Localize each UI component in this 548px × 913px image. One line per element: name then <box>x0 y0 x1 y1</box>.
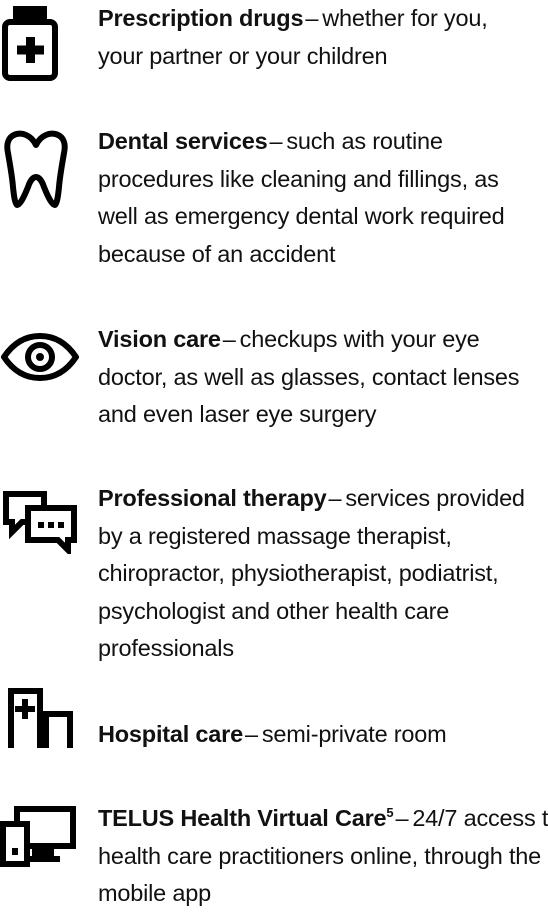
benefit-title: TELUS Health Virtual Care <box>98 805 387 831</box>
benefit-title: Prescription drugs <box>98 5 304 31</box>
benefit-text: Dental services– such as routine procedur… <box>98 123 538 273</box>
benefit-title: Vision care <box>98 326 221 352</box>
benefit-text: Vision care– checkups with your eye docto… <box>98 321 538 434</box>
benefit-separator: – <box>222 326 236 352</box>
tooth-icon <box>0 127 72 209</box>
benefit-separator: – <box>305 5 319 31</box>
benefit-title: Hospital care <box>98 721 243 747</box>
benefit-separator: – <box>269 128 283 154</box>
benefit-description: semi-private room <box>261 721 447 747</box>
benefit-description: services provided by a registered massag… <box>98 485 525 661</box>
benefit-separator: – <box>245 721 258 747</box>
benefit-text: Hospital care– semi-private room <box>98 716 538 754</box>
benefit-title: Professional therapy <box>98 485 327 511</box>
hospital-icon <box>0 684 76 750</box>
chat-bubbles-icon <box>0 488 80 554</box>
benefit-separator: – <box>395 805 409 831</box>
benefit-text: TELUS Health Virtual Care5– 24/7 access t… <box>98 800 548 913</box>
prescription-bottle-icon <box>0 2 60 82</box>
benefit-separator: – <box>328 485 342 511</box>
benefit-text: Prescription drugs– whether for you, your… <box>98 0 538 75</box>
benefit-title: Dental services <box>98 128 268 154</box>
benefit-text: Professional therapy– services provided b… <box>98 480 548 668</box>
devices-icon <box>0 806 78 868</box>
eye-icon <box>0 333 80 381</box>
